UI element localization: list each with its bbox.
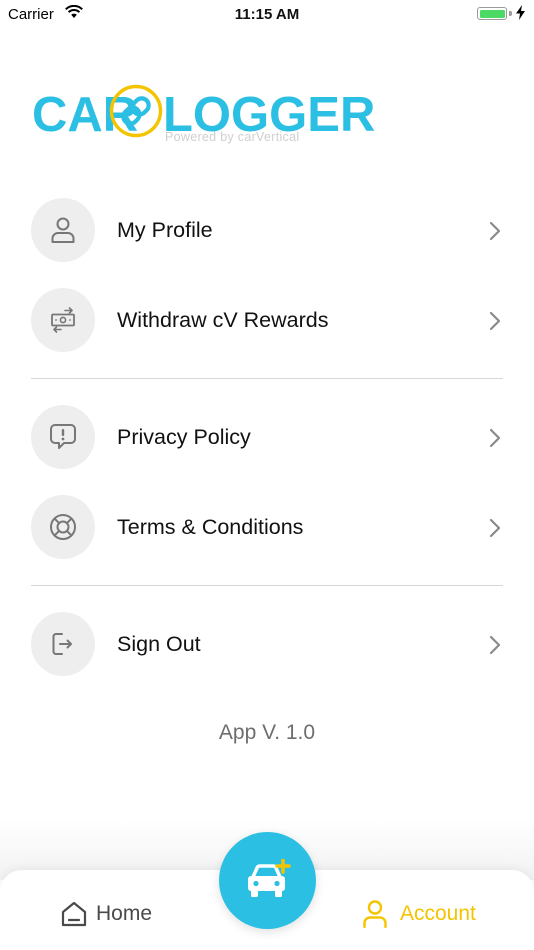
section-divider xyxy=(31,585,503,586)
lifebuoy-icon xyxy=(50,514,76,540)
logo-chain-link-icon xyxy=(109,84,163,138)
tab-account[interactable]: Account xyxy=(362,898,476,930)
menu-item-label: Withdraw cV Rewards xyxy=(117,308,329,332)
user-icon xyxy=(51,217,75,243)
home-icon xyxy=(61,901,87,927)
money-transfer-icon xyxy=(51,307,75,333)
chevron-right-icon xyxy=(489,428,501,448)
menu-item-sign-out[interactable]: Sign Out xyxy=(0,612,534,678)
chevron-right-icon xyxy=(489,311,501,331)
menu-icon-circle xyxy=(31,288,95,352)
menu-icon-circle xyxy=(31,495,95,559)
app-version: App V. 1.0 xyxy=(218,721,316,744)
logo-tagline: Powered by carVertical xyxy=(165,130,300,144)
add-car-icon xyxy=(247,858,291,897)
carlogger-logo: CAR LOGGER Powered by carVertical xyxy=(32,82,375,152)
battery-icon xyxy=(477,7,507,20)
menu-item-label: Privacy Policy xyxy=(117,425,251,449)
clock: 11:15 AM xyxy=(234,6,300,23)
tab-home[interactable]: Home xyxy=(60,898,152,930)
menu-item-label: Sign Out xyxy=(117,632,201,656)
section-divider xyxy=(31,378,503,379)
tab-account-label: Account xyxy=(400,902,476,925)
menu-icon-circle xyxy=(31,405,95,469)
chevron-right-icon xyxy=(489,635,501,655)
menu-item-terms-conditions[interactable]: Terms & Conditions xyxy=(0,495,534,561)
sign-out-icon xyxy=(52,633,72,655)
alert-message-icon xyxy=(50,424,76,449)
menu-item-my-profile[interactable]: My Profile xyxy=(0,198,534,264)
menu-icon-circle xyxy=(31,198,95,262)
chevron-right-icon xyxy=(489,221,501,241)
menu-icon-circle xyxy=(31,612,95,676)
menu-item-withdraw-rewards[interactable]: Withdraw cV Rewards xyxy=(0,288,534,354)
account-icon xyxy=(363,900,387,929)
tab-home-label: Home xyxy=(96,902,153,925)
menu-item-label: Terms & Conditions xyxy=(117,515,304,539)
menu-item-privacy-policy[interactable]: Privacy Policy xyxy=(0,405,534,471)
menu-item-label: My Profile xyxy=(117,218,213,242)
add-car-button[interactable] xyxy=(219,832,316,929)
chevron-right-icon xyxy=(489,518,501,538)
status-bar: Carrier 11:15 AM xyxy=(0,0,534,28)
charging-bolt-icon xyxy=(516,5,525,25)
